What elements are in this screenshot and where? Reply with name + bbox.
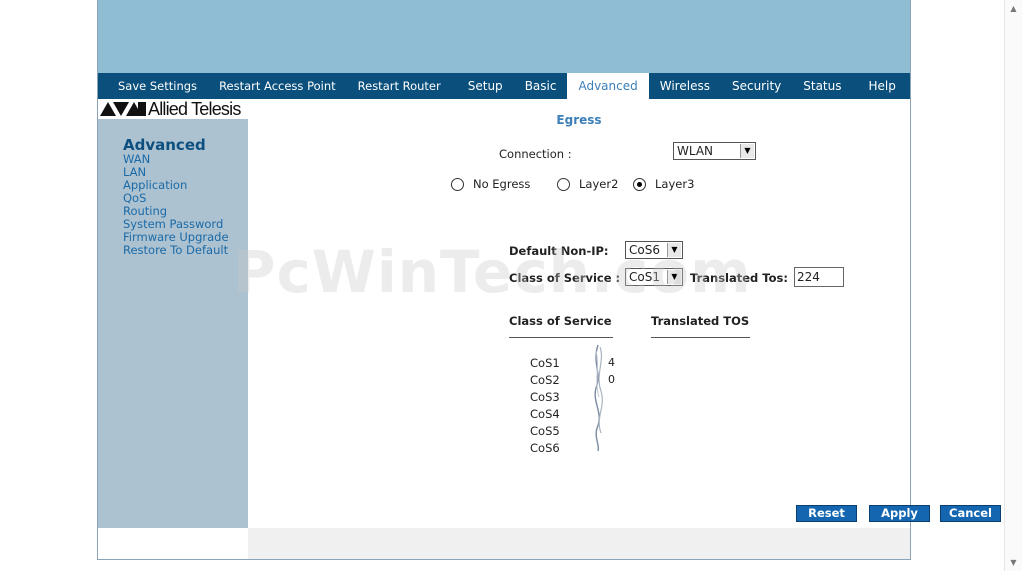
table-row-cos: CoS3 (530, 390, 560, 404)
top-nav: Save Settings Restart Access Point Resta… (98, 73, 910, 99)
chevron-down-icon: ▼ (667, 270, 681, 284)
table-header-translated-tos: Translated TOS (651, 314, 750, 338)
table-row-cos: CoS6 (530, 441, 560, 455)
header-banner (98, 0, 910, 73)
scroll-up-arrow-icon[interactable]: ▲ (1005, 0, 1022, 17)
sidebar: Advanced WAN LAN Application QoS Routing… (98, 119, 248, 528)
footer-bar (248, 528, 910, 559)
default-nonip-label: Default Non-IP: (509, 244, 609, 258)
radio-button-icon[interactable] (557, 177, 570, 191)
chevron-down-icon: ▼ (667, 243, 681, 257)
nav-basic[interactable]: Basic (514, 73, 568, 99)
rendering-artifact-icon (594, 344, 603, 452)
chevron-down-icon: ▼ (740, 144, 754, 158)
nav-wireless[interactable]: Wireless (649, 73, 721, 99)
radio-label: No Egress (473, 177, 531, 191)
table-header-class-of-service: Class of Service (509, 314, 613, 338)
page-title: Egress (556, 113, 602, 127)
radio-button-checked-icon[interactable] (633, 177, 646, 191)
radio-layer3[interactable]: Layer3 (633, 177, 694, 191)
sidebar-links: WAN LAN Application QoS Routing System P… (123, 153, 229, 257)
router-frame: Save Settings Restart Access Point Resta… (97, 0, 1001, 560)
default-nonip-select[interactable]: CoS6 ▼ (625, 241, 683, 259)
radio-no-egress[interactable]: No Egress (451, 177, 530, 191)
radio-label: Layer2 (579, 177, 619, 191)
reset-button[interactable]: Reset (796, 505, 857, 522)
connection-select[interactable]: WLAN ▼ (673, 142, 756, 160)
allied-telesis-logo-icon (100, 102, 146, 116)
cancel-button[interactable]: Cancel (940, 505, 1001, 522)
vertical-scrollbar[interactable]: ▲ ▼ (1004, 0, 1022, 571)
nav-restart-access-point[interactable]: Restart Access Point (208, 73, 347, 99)
translated-tos-input[interactable]: 224 (794, 267, 844, 287)
class-of-service-select[interactable]: CoS1 ▼ (625, 268, 683, 286)
nav-help[interactable]: Help (853, 73, 907, 99)
connection-select-value: WLAN (677, 144, 714, 158)
nav-status[interactable]: Status (792, 73, 852, 99)
translated-tos-value: 224 (797, 270, 820, 284)
translated-tos-label: Translated Tos: (690, 271, 788, 285)
sidebar-item-restore-to-default[interactable]: Restore To Default (123, 244, 229, 257)
nav-restart-router[interactable]: Restart Router (347, 73, 457, 99)
nav-save-settings[interactable]: Save Settings (98, 73, 208, 99)
scroll-down-arrow-icon[interactable]: ▼ (1005, 554, 1022, 571)
nav-security[interactable]: Security (721, 73, 792, 99)
table-row-cos: CoS4 (530, 407, 560, 421)
brand-logo: Allied Telesis (98, 99, 248, 119)
brand-name: Allied Telesis (148, 99, 241, 119)
table-row-cos: CoS2 (530, 373, 560, 387)
connection-label: Connection : (499, 147, 572, 161)
table-row-cos: CoS5 (530, 424, 560, 438)
radio-layer2[interactable]: Layer2 (557, 177, 618, 191)
radio-button-icon[interactable] (451, 177, 464, 191)
table-row-cos: CoS1 (530, 356, 560, 370)
class-of-service-label: Class of Service : (509, 271, 621, 285)
apply-button[interactable]: Apply (869, 505, 930, 522)
nav-setup[interactable]: Setup (457, 73, 514, 99)
class-of-service-value: CoS1 (629, 270, 660, 284)
nav-advanced[interactable]: Advanced (567, 73, 649, 99)
main-content: Egress Connection : WLAN ▼ No Egress Lay… (248, 99, 1001, 528)
radio-label: Layer3 (655, 177, 695, 191)
default-nonip-value: CoS6 (629, 243, 660, 257)
